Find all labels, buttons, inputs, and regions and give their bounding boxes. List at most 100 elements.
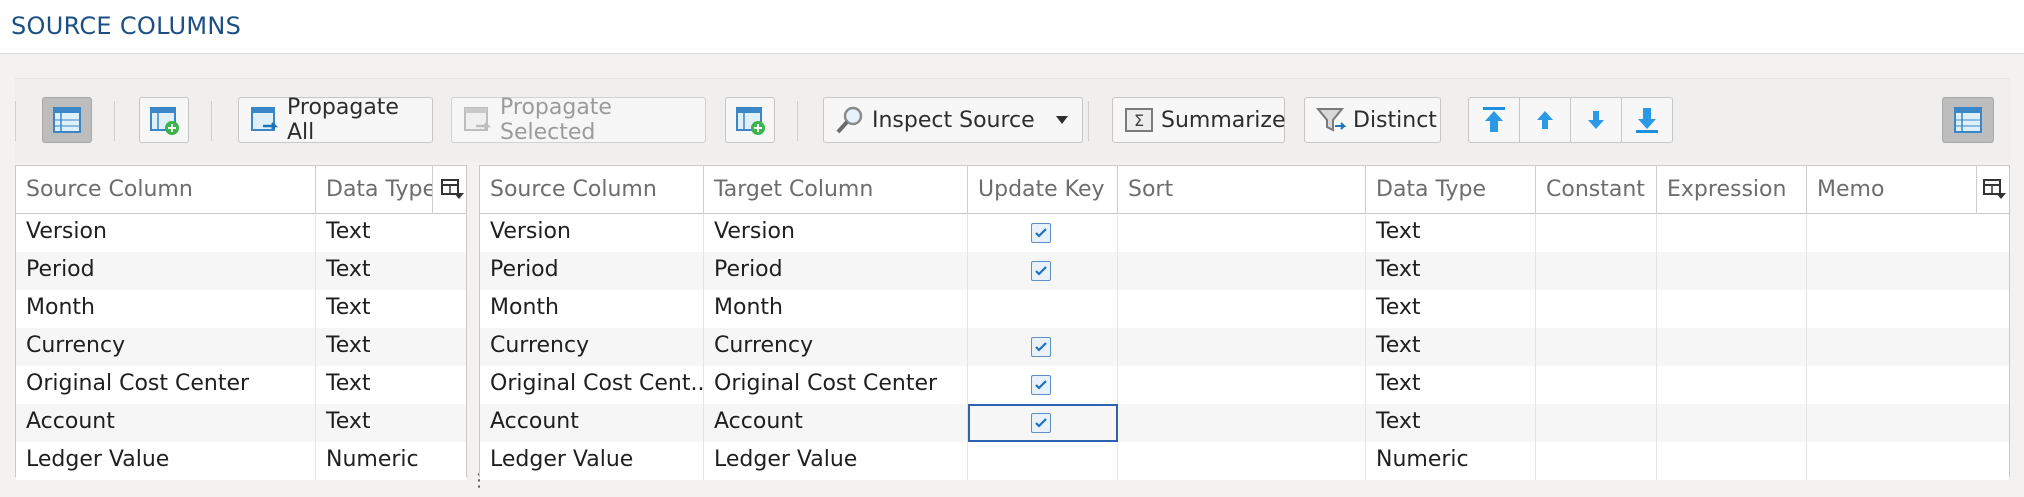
cell-memo[interactable] xyxy=(1807,328,2009,366)
cell-sort[interactable] xyxy=(1118,366,1366,404)
cell-sort[interactable] xyxy=(1118,404,1366,442)
table-row[interactable]: Original Cost Center Text xyxy=(16,366,466,404)
column-header-source-column[interactable]: Source Column xyxy=(16,166,316,214)
toggle-target-grid-button[interactable] xyxy=(1942,97,1994,143)
table-row[interactable]: Original Cost Cent... Original Cost Cente… xyxy=(480,366,2009,404)
cell-source-column[interactable]: Ledger Value xyxy=(480,442,704,480)
column-header-data-type[interactable]: Data Type xyxy=(316,166,433,214)
table-row[interactable]: Version Version Text xyxy=(480,214,2009,252)
table-row[interactable]: Currency Text xyxy=(16,328,466,366)
cell-data-type[interactable]: Text xyxy=(316,252,466,290)
cell-data-type[interactable]: Text xyxy=(1366,404,1536,442)
move-to-bottom-button[interactable] xyxy=(1621,97,1673,143)
toggle-source-grid-button[interactable] xyxy=(42,97,92,143)
cell-data-type[interactable]: Text xyxy=(1366,290,1536,328)
cell-data-type[interactable]: Text xyxy=(316,328,466,366)
distinct-button[interactable]: Distinct xyxy=(1304,97,1441,143)
cell-update-key[interactable] xyxy=(968,214,1118,252)
cell-constant[interactable] xyxy=(1536,290,1657,328)
move-to-top-button[interactable] xyxy=(1468,97,1520,143)
cell-expression[interactable] xyxy=(1657,252,1807,290)
cell-memo[interactable] xyxy=(1807,290,2009,328)
cell-source-column[interactable]: Version xyxy=(480,214,704,252)
update-key-checkbox[interactable] xyxy=(1031,413,1051,433)
cell-target-column[interactable]: Version xyxy=(704,214,968,252)
cell-constant[interactable] xyxy=(1536,252,1657,290)
cell-sort[interactable] xyxy=(1118,290,1366,328)
cell-constant[interactable] xyxy=(1536,404,1657,442)
cell-data-type[interactable]: Text xyxy=(316,404,466,442)
propagate-selected-button[interactable]: Propagate Selected xyxy=(451,95,706,145)
table-row[interactable]: Month Text xyxy=(16,290,466,328)
cell-source-column[interactable]: Ledger Value xyxy=(16,442,316,480)
column-header-update-key[interactable]: Update Key xyxy=(968,166,1118,214)
cell-target-column[interactable]: Currency xyxy=(704,328,968,366)
cell-source-column[interactable]: Currency xyxy=(480,328,704,366)
cell-expression[interactable] xyxy=(1657,328,1807,366)
cell-sort[interactable] xyxy=(1118,252,1366,290)
cell-target-column[interactable]: Period xyxy=(704,252,968,290)
cell-source-column[interactable]: Version xyxy=(16,214,316,252)
cell-sort[interactable] xyxy=(1118,214,1366,252)
add-target-column-button[interactable] xyxy=(725,97,775,143)
propagate-all-button[interactable]: Propagate All xyxy=(238,95,433,145)
cell-memo[interactable] xyxy=(1807,214,2009,252)
cell-source-column[interactable]: Account xyxy=(480,404,704,442)
cell-memo[interactable] xyxy=(1807,442,2009,480)
cell-expression[interactable] xyxy=(1657,214,1807,252)
cell-memo[interactable] xyxy=(1807,366,2009,404)
cell-target-column[interactable]: Account xyxy=(704,404,968,442)
update-key-checkbox[interactable] xyxy=(1031,223,1051,243)
table-row[interactable]: Ledger Value Ledger Value Numeric xyxy=(480,442,2009,480)
cell-source-column[interactable]: Original Cost Center xyxy=(16,366,316,404)
cell-update-key[interactable] xyxy=(968,366,1118,404)
cell-memo[interactable] xyxy=(1807,404,2009,442)
table-row[interactable]: Currency Currency Text xyxy=(480,328,2009,366)
cell-expression[interactable] xyxy=(1657,404,1807,442)
column-header-memo[interactable]: Memo xyxy=(1807,166,1977,214)
add-column-button[interactable] xyxy=(139,97,189,143)
column-header-target-column[interactable]: Target Column xyxy=(704,166,968,214)
move-down-button[interactable] xyxy=(1570,97,1622,143)
cell-target-column[interactable]: Ledger Value xyxy=(704,442,968,480)
cell-target-column[interactable]: Month xyxy=(704,290,968,328)
table-row[interactable]: Version Text xyxy=(16,214,466,252)
table-row[interactable]: Account Account Text xyxy=(480,404,2009,442)
cell-constant[interactable] xyxy=(1536,442,1657,480)
cell-source-column[interactable]: Account xyxy=(16,404,316,442)
column-header-constant[interactable]: Constant xyxy=(1536,166,1657,214)
cell-memo[interactable] xyxy=(1807,252,2009,290)
update-key-checkbox[interactable] xyxy=(1031,375,1051,395)
cell-update-key[interactable] xyxy=(968,290,1118,328)
cell-sort[interactable] xyxy=(1118,442,1366,480)
column-header-data-type[interactable]: Data Type xyxy=(1366,166,1536,214)
cell-data-type[interactable]: Text xyxy=(316,214,466,252)
cell-source-column[interactable]: Original Cost Cent... xyxy=(480,366,704,404)
cell-update-key[interactable] xyxy=(968,328,1118,366)
inspect-source-dropdown[interactable]: Inspect Source xyxy=(823,97,1083,143)
cell-data-type[interactable]: Numeric xyxy=(316,442,466,480)
cell-constant[interactable] xyxy=(1536,366,1657,404)
cell-target-column[interactable]: Original Cost Center xyxy=(704,366,968,404)
cell-data-type[interactable]: Text xyxy=(1366,214,1536,252)
cell-data-type[interactable]: Text xyxy=(316,290,466,328)
cell-source-column[interactable]: Period xyxy=(480,252,704,290)
cell-data-type[interactable]: Text xyxy=(316,366,466,404)
table-row[interactable]: Period Period Text xyxy=(480,252,2009,290)
cell-update-key[interactable] xyxy=(968,252,1118,290)
cell-data-type[interactable]: Numeric xyxy=(1366,442,1536,480)
column-chooser-icon[interactable] xyxy=(439,176,465,202)
column-header-source-column[interactable]: Source Column xyxy=(480,166,704,214)
column-chooser-icon[interactable] xyxy=(1981,176,2007,202)
table-row[interactable]: Account Text xyxy=(16,404,466,442)
cell-source-column[interactable]: Currency xyxy=(16,328,316,366)
table-row[interactable]: Month Month Text xyxy=(480,290,2009,328)
cell-data-type[interactable]: Text xyxy=(1366,366,1536,404)
update-key-checkbox[interactable] xyxy=(1031,261,1051,281)
table-row[interactable]: Period Text xyxy=(16,252,466,290)
cell-sort[interactable] xyxy=(1118,328,1366,366)
cell-expression[interactable] xyxy=(1657,366,1807,404)
cell-expression[interactable] xyxy=(1657,290,1807,328)
update-key-checkbox[interactable] xyxy=(1031,337,1051,357)
cell-data-type[interactable]: Text xyxy=(1366,328,1536,366)
